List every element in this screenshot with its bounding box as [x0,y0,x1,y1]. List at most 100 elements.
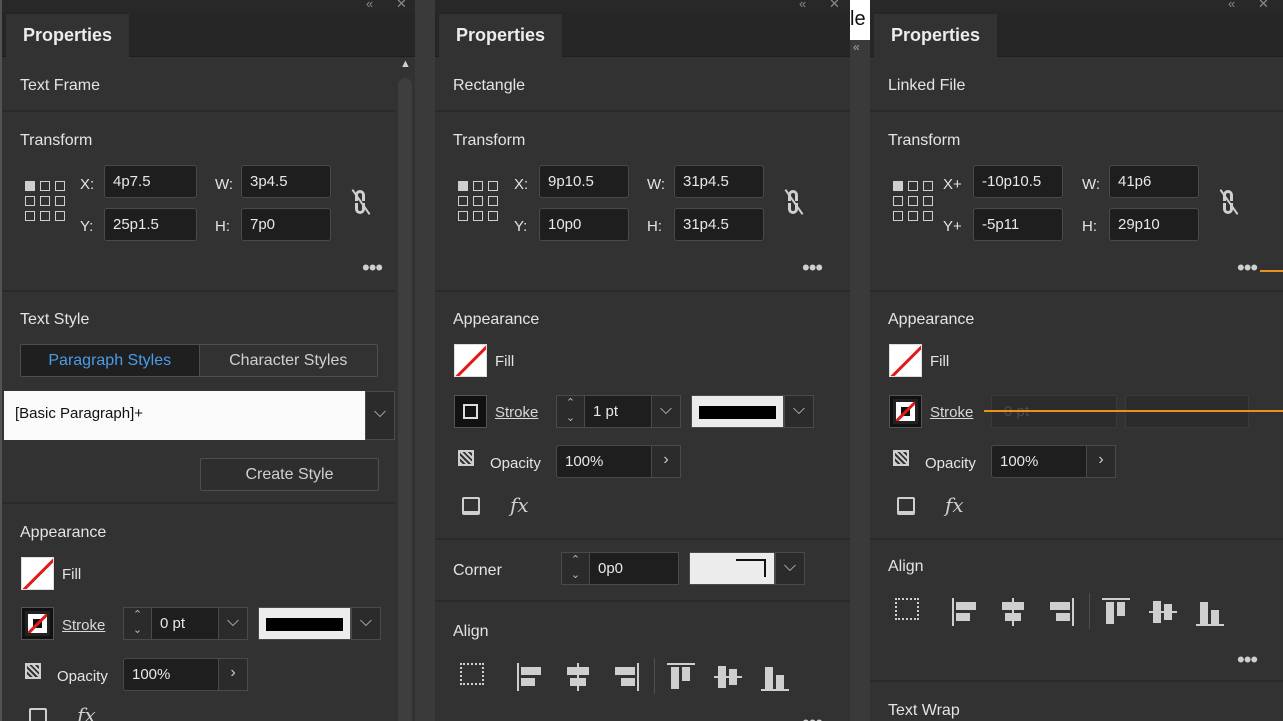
align-left-icon[interactable] [517,663,545,691]
stroke-swatch-icon[interactable] [21,607,54,640]
x-label: X: [80,176,95,193]
y-field[interactable]: 25p1.5 [104,208,197,241]
w-field[interactable]: 41p6 [1109,165,1199,198]
y-field[interactable]: -5p11 [973,208,1063,241]
more-options-icon[interactable]: ••• [1237,649,1258,671]
h-field[interactable]: 29p10 [1109,208,1199,241]
chevron-down-icon[interactable]: ⌵ [651,395,681,428]
align-top-icon[interactable] [667,663,695,691]
appearance-heading: Appearance [20,524,107,541]
align-bottom-icon[interactable] [1196,598,1224,626]
opacity-field[interactable]: 100% [123,658,219,691]
h-field[interactable]: 31p4.5 [674,208,764,241]
fill-swatch-none-icon[interactable] [889,344,922,377]
fx-icon[interactable]: fx [510,493,529,517]
constrain-proportions-icon[interactable] [350,189,372,215]
reference-point-icon[interactable] [25,181,67,223]
align-right-icon[interactable] [1046,598,1074,626]
properties-panel-text-frame: « ✕ Properties ▲ Text Frame Transform X:… [2,0,415,721]
close-icon[interactable]: ✕ [829,0,840,12]
chevron-right-icon[interactable]: › [218,658,248,691]
properties-panel-linked-file: « ✕ Properties Linked File Transform X+ … [870,0,1283,721]
align-left-icon[interactable] [952,598,980,626]
stroke-link[interactable]: Stroke [62,617,105,634]
reference-point-icon[interactable] [893,181,935,223]
reference-point-icon[interactable] [458,181,500,223]
highlight-line [984,410,1283,412]
close-icon[interactable]: ✕ [396,0,407,12]
stroke-weight-stepper[interactable]: ⌃ ⌄ [556,395,584,428]
x-label: X: [514,176,529,193]
more-options-icon[interactable]: ••• [362,257,383,279]
chevron-right-icon[interactable]: › [651,445,681,478]
create-style-button[interactable]: Create Style [200,458,379,491]
close-icon[interactable]: ✕ [1258,0,1269,12]
fx-icon[interactable]: fx [945,493,964,517]
corner-shape-box[interactable] [689,552,775,585]
tab-paragraph-styles[interactable]: Paragraph Styles [21,345,200,376]
align-right-icon[interactable] [611,663,639,691]
tab-properties[interactable]: Properties [439,14,562,57]
tab-row: Properties [435,12,850,57]
align-heading: Align [888,558,924,575]
stroke-weight-stepper[interactable]: ⌃ ⌄ [123,607,151,640]
more-options-icon[interactable]: ••• [1237,257,1258,279]
stroke-color-box[interactable] [691,395,784,428]
w-field[interactable]: 31p4.5 [674,165,764,198]
fill-swatch-none-icon[interactable] [454,344,487,377]
frame-fitting-icon[interactable] [462,497,480,515]
frame-fitting-icon[interactable] [897,497,915,515]
align-horizontal-center-icon[interactable] [564,663,592,691]
chevron-down-icon[interactable]: ⌵ [775,552,805,585]
opacity-field[interactable]: 100% [556,445,652,478]
x-field[interactable]: -10p10.5 [973,165,1063,198]
paragraph-style-dropdown[interactable]: [Basic Paragraph]+ [4,391,365,440]
collapse-icon[interactable]: « [1228,0,1235,11]
align-to-selection-icon[interactable] [895,598,919,620]
chevron-down-icon[interactable]: ⌵ [365,391,395,440]
chevron-down-icon[interactable]: ⌵ [218,607,248,640]
corner-field[interactable]: 0p0 [589,552,679,585]
stroke-color-box[interactable] [258,607,351,640]
tab-properties[interactable]: Properties [6,14,129,57]
collapse-icon[interactable]: « [366,0,373,11]
opacity-field[interactable]: 100% [991,445,1087,478]
chevron-down-icon[interactable]: ⌵ [351,607,381,640]
x-field[interactable]: 4p7.5 [104,165,197,198]
y-field[interactable]: 10p0 [539,208,629,241]
align-bottom-icon[interactable] [761,663,789,691]
chevron-right-icon[interactable]: › [1086,445,1116,478]
more-options-icon[interactable]: ••• [802,257,823,279]
stroke-weight-field[interactable]: 1 pt [584,395,652,428]
tab-character-styles[interactable]: Character Styles [200,345,378,376]
stroke-weight-field[interactable]: 0 pt [151,607,219,640]
scroll-up-icon[interactable]: ▲ [400,58,411,70]
stroke-swatch-icon[interactable] [889,395,922,428]
fill-swatch-none-icon[interactable] [21,557,54,590]
tab-properties[interactable]: Properties [874,14,997,57]
divider [2,290,395,292]
align-vertical-center-icon[interactable] [1149,598,1177,626]
stroke-link[interactable]: Stroke [495,404,538,421]
scrollbar[interactable] [398,78,412,721]
transform-heading: Transform [20,132,93,149]
stroke-swatch-icon[interactable] [454,395,487,428]
style-type-toggle: Paragraph Styles Character Styles [20,344,378,377]
align-top-icon[interactable] [1102,598,1130,626]
constrain-proportions-icon[interactable] [1218,189,1240,215]
corner-stepper[interactable]: ⌃ ⌄ [561,552,589,585]
chevron-down-icon[interactable]: ⌵ [784,395,814,428]
align-vertical-center-icon[interactable] [714,663,742,691]
fx-icon[interactable]: fx [77,703,96,721]
x-field[interactable]: 9p10.5 [539,165,629,198]
w-field[interactable]: 3p4.5 [241,165,331,198]
frame-fitting-icon[interactable] [29,708,47,721]
h-label: H: [1082,218,1097,235]
divider [435,600,850,602]
stroke-link[interactable]: Stroke [930,404,973,421]
align-horizontal-center-icon[interactable] [999,598,1027,626]
h-field[interactable]: 7p0 [241,208,331,241]
constrain-proportions-icon[interactable] [783,189,805,215]
collapse-icon[interactable]: « [799,0,806,11]
align-to-selection-icon[interactable] [460,663,484,685]
